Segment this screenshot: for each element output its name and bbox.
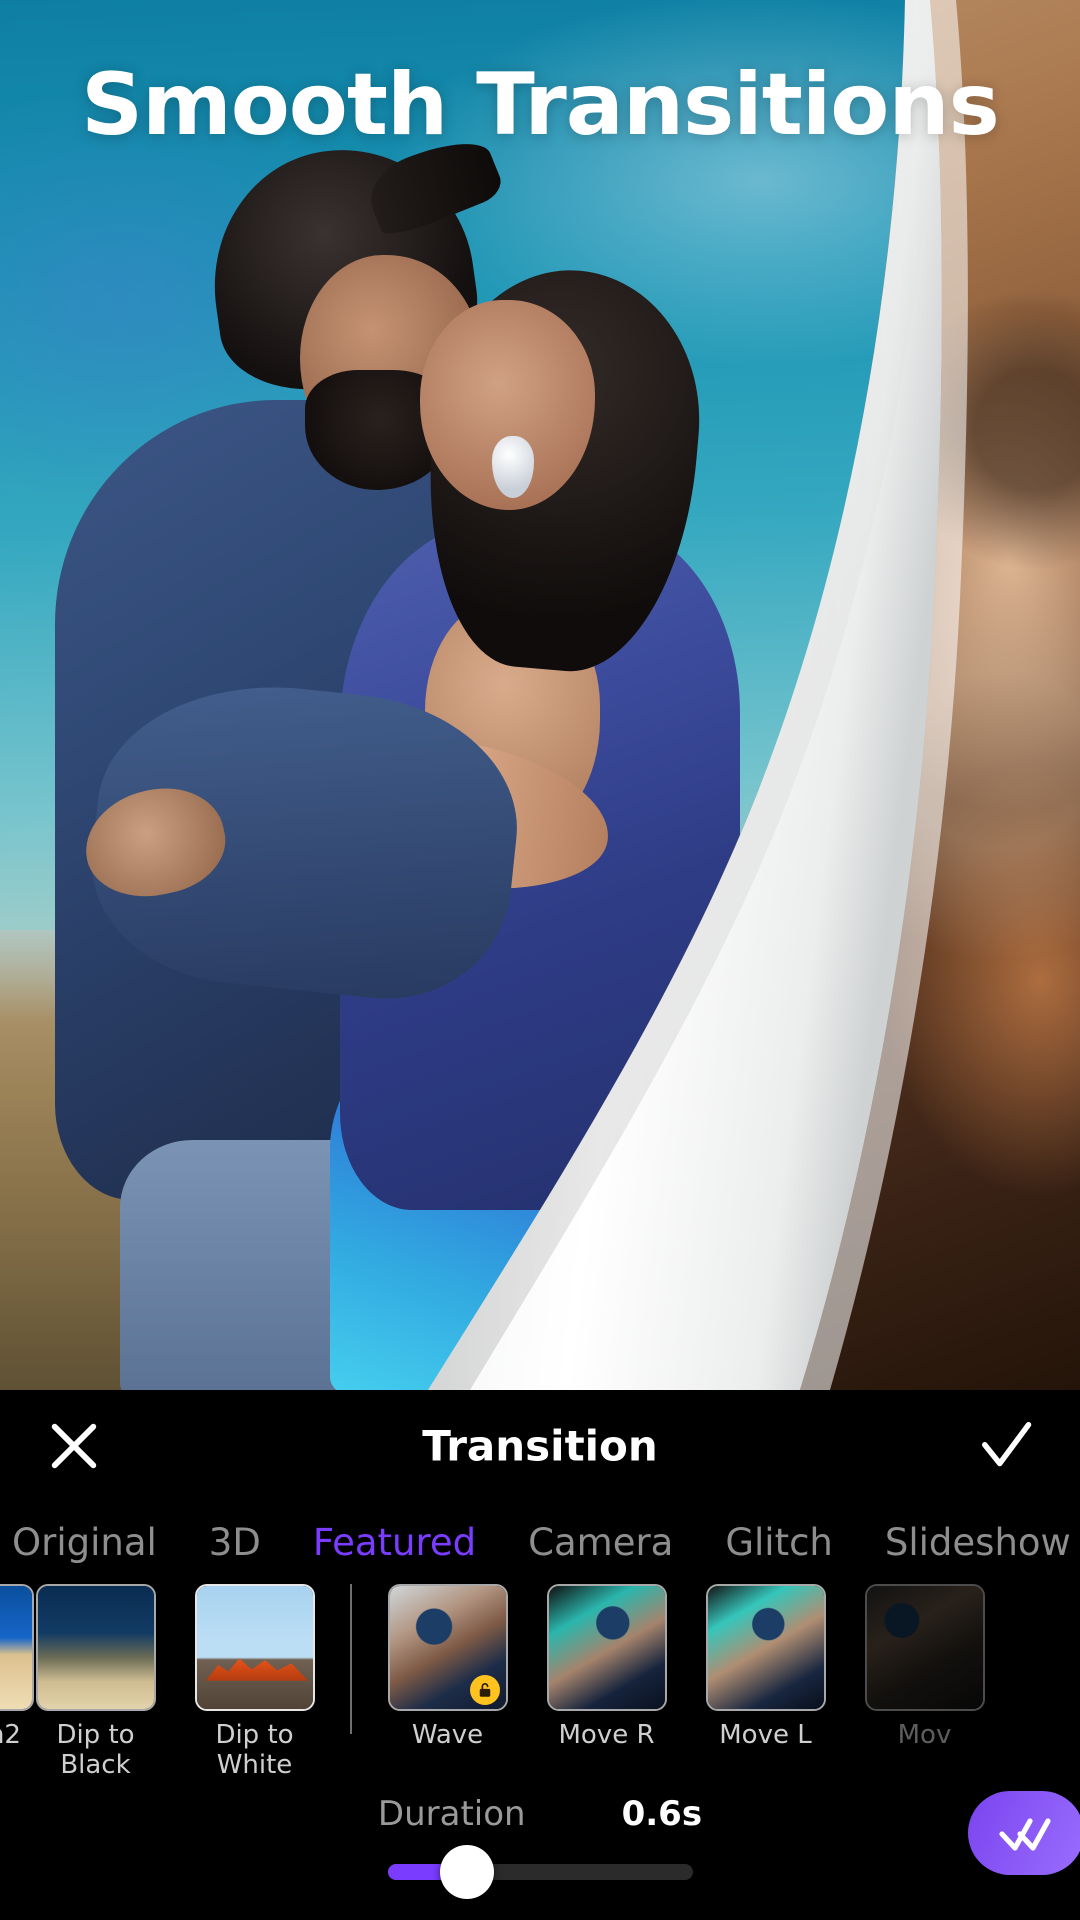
transition-label: Dip to Black	[56, 1720, 134, 1776]
transition-thumbnail[interactable]	[387, 1584, 508, 1711]
list-item[interactable]: Dip to Black	[26, 1584, 165, 1776]
transition-label-line2: Black	[60, 1750, 131, 1776]
thumbnail-art	[866, 1586, 983, 1709]
tab-featured[interactable]: Featured	[313, 1521, 476, 1564]
list-item[interactable]: Move L	[696, 1584, 835, 1750]
tab-original[interactable]: Original	[12, 1521, 157, 1564]
list-item[interactable]: m2	[0, 1584, 34, 1750]
tab-slideshow[interactable]: Slideshow	[885, 1521, 1071, 1564]
transition-label: Dip to White	[215, 1720, 293, 1776]
transition-label: Wave	[411, 1720, 484, 1750]
double-check-icon	[999, 1818, 1051, 1851]
transition-thumbnail[interactable]	[0, 1584, 34, 1711]
page-title: Smooth Transitions	[81, 55, 1000, 155]
unlock-icon	[479, 1683, 490, 1697]
apply-to-all-button[interactable]	[968, 1791, 1080, 1875]
check-icon	[982, 1422, 1032, 1467]
transition-thumbnail[interactable]	[705, 1584, 826, 1711]
slider-knob[interactable]	[440, 1845, 495, 1899]
transition-panel: Transition Original 3D Featured Camera G…	[0, 1390, 1080, 1920]
list-item[interactable]: Mov	[855, 1584, 994, 1750]
tab-camera[interactable]: Camera	[528, 1521, 673, 1564]
duration-slider[interactable]	[388, 1845, 693, 1899]
thumbnail-art	[196, 1586, 313, 1709]
thumbnail-art	[548, 1586, 665, 1709]
video-preview-stage[interactable]: Smooth Transitions	[0, 0, 1080, 1390]
panel-title: Transition	[422, 1421, 658, 1471]
tab-glitch[interactable]: Glitch	[725, 1521, 833, 1564]
transition-thumbnail[interactable]	[864, 1584, 985, 1711]
duration-control: Duration 0.6s	[0, 1778, 1080, 1910]
transition-list[interactable]: m2 Dip to Black Dip to White	[0, 1576, 1080, 1776]
transition-label: m2	[0, 1720, 21, 1750]
thumbnail-art	[0, 1586, 32, 1709]
tab-3d[interactable]: 3D	[209, 1521, 261, 1564]
duration-labels: Duration 0.6s	[0, 1794, 1080, 1834]
list-item-selected[interactable]: Dip to White	[185, 1584, 324, 1776]
app-root: Smooth Transitions Transition Original 3…	[0, 0, 1080, 1920]
lock-badge	[469, 1675, 500, 1705]
category-tabs[interactable]: Original 3D Featured Camera Glitch Slide…	[0, 1502, 1080, 1576]
transition-thumbnail[interactable]	[194, 1584, 315, 1711]
confirm-button[interactable]	[964, 1404, 1048, 1488]
thumbnail-art	[707, 1586, 824, 1709]
transition-thumbnail[interactable]	[546, 1584, 667, 1711]
duration-label: Duration	[377, 1794, 526, 1834]
transition-label-line1: Dip to	[215, 1720, 294, 1750]
list-item[interactable]: Move R	[537, 1584, 676, 1750]
transition-label: Mov	[897, 1720, 952, 1750]
list-divider	[350, 1584, 352, 1734]
transition-label: Move L	[719, 1720, 812, 1750]
panel-header: Transition	[0, 1390, 1080, 1502]
transition-label-line1: Dip to	[56, 1720, 135, 1750]
thumbnail-art	[37, 1586, 154, 1709]
duration-value: 0.6s	[621, 1794, 703, 1834]
list-item[interactable]: Wave	[378, 1584, 517, 1750]
transition-thumbnail[interactable]	[35, 1584, 156, 1711]
transition-label-line2: White	[216, 1750, 293, 1776]
transition-label: Move R	[558, 1720, 655, 1750]
